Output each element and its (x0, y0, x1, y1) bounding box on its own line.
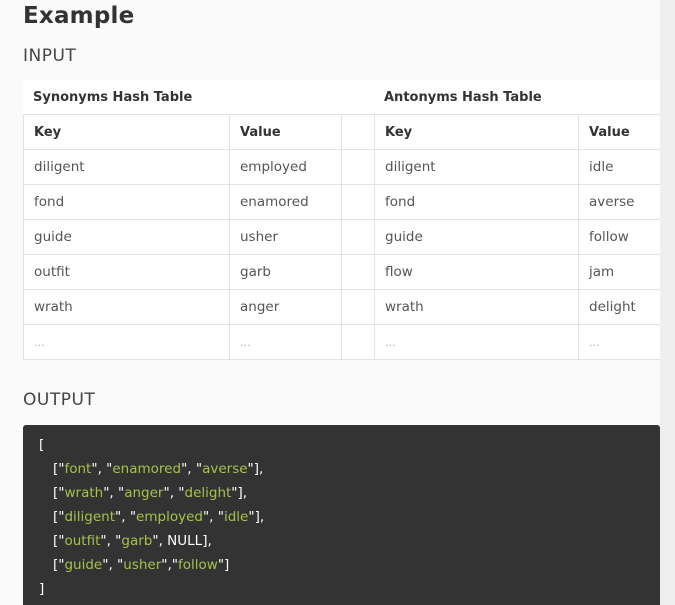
code-close-bracket: ] (39, 581, 45, 597)
page: Example INPUT Synonyms Hash Table Antony… (0, 0, 675, 605)
syn-value-header: Value (229, 114, 342, 150)
spacer-cell (341, 254, 375, 290)
code-open-bracket: [ (39, 437, 45, 453)
syn-key-cell: guide (23, 219, 230, 255)
page-title: Example (23, 3, 135, 29)
syn-key-cell: fond (23, 184, 230, 220)
ant-key-header: Key (374, 114, 579, 150)
ant-key-cell: flow (374, 254, 579, 290)
table-row: wrath anger wrath delight (23, 289, 663, 325)
input-heading: INPUT (23, 46, 77, 66)
code-line: ["guide", "usher","follow"] (53, 557, 230, 573)
table-header-row: Key Value Key Value (23, 114, 663, 150)
table-row-ellipsis: ... ... ... ... (23, 324, 663, 360)
code-line: ["wrath", "anger", "delight"], (53, 485, 248, 501)
code-string: anger (124, 485, 164, 501)
syn-value-cell: usher (229, 219, 342, 255)
synonyms-caption: Synonyms Hash Table (33, 90, 193, 105)
code-string: employed (136, 509, 203, 525)
code-string: guide (64, 557, 103, 573)
code-string: usher (123, 557, 162, 573)
code-string: follow (178, 557, 218, 573)
code-string: wrath (64, 485, 104, 501)
antonyms-caption: Antonyms Hash Table (384, 90, 542, 105)
code-string: garb (121, 533, 153, 549)
output-heading: OUTPUT (23, 390, 96, 410)
code-string: delight (184, 485, 232, 501)
code-string: idle (223, 509, 249, 525)
syn-value-cell: garb (229, 254, 342, 290)
ant-key-cell: fond (374, 184, 579, 220)
ant-value-header: Value (578, 114, 663, 150)
table-row: guide usher guide follow (23, 219, 663, 255)
ant-value-cell: idle (578, 149, 663, 185)
content-area: Example INPUT Synonyms Hash Table Antony… (0, 0, 663, 605)
ant-value-cell: averse (578, 184, 663, 220)
table-caption-row: Synonyms Hash Table Antonyms Hash Table (23, 80, 661, 114)
syn-key-cell: outfit (23, 254, 230, 290)
syn-value-cell: employed (229, 149, 342, 185)
spacer-cell (341, 114, 375, 150)
spacer-cell (341, 184, 375, 220)
code-string: enamored (112, 461, 182, 477)
code-string: font (64, 461, 92, 477)
spacer-cell (341, 149, 375, 185)
output-code-block: [ ["font", "enamored", "averse"], ["wrat… (23, 425, 660, 605)
syn-key-cell: diligent (23, 149, 230, 185)
ant-key-cell: guide (374, 219, 579, 255)
ant-key-cell: diligent (374, 149, 579, 185)
ant-value-cell: delight (578, 289, 663, 325)
code-string: diligent (64, 509, 116, 525)
syn-key-header: Key (23, 114, 230, 150)
code-string: outfit (64, 533, 101, 549)
syn-value-cell: anger (229, 289, 342, 325)
code-line: ["font", "enamored", "averse"], (53, 461, 264, 477)
table-row: diligent employed diligent idle (23, 149, 663, 185)
ant-key-cell: ... (374, 324, 579, 360)
spacer-cell (341, 289, 375, 325)
right-gutter (660, 0, 675, 605)
code-line: ["outfit", "garb", NULL], (53, 533, 212, 549)
table-row: fond enamored fond averse (23, 184, 663, 220)
spacer-cell (341, 324, 375, 360)
syn-key-cell: ... (23, 324, 230, 360)
ant-key-cell: wrath (374, 289, 579, 325)
ant-value-cell: follow (578, 219, 663, 255)
code-null: NULL (167, 533, 203, 549)
table-row: outfit garb flow jam (23, 254, 663, 290)
code-line: ["diligent", "employed", "idle"], (53, 509, 265, 525)
syn-value-cell: enamored (229, 184, 342, 220)
syn-key-cell: wrath (23, 289, 230, 325)
ant-value-cell: ... (578, 324, 663, 360)
syn-value-cell: ... (229, 324, 342, 360)
spacer-cell (341, 219, 375, 255)
ant-value-cell: jam (578, 254, 663, 290)
code-string: averse (202, 461, 248, 477)
hash-tables: Key Value Key Value diligent employed di… (23, 114, 663, 360)
